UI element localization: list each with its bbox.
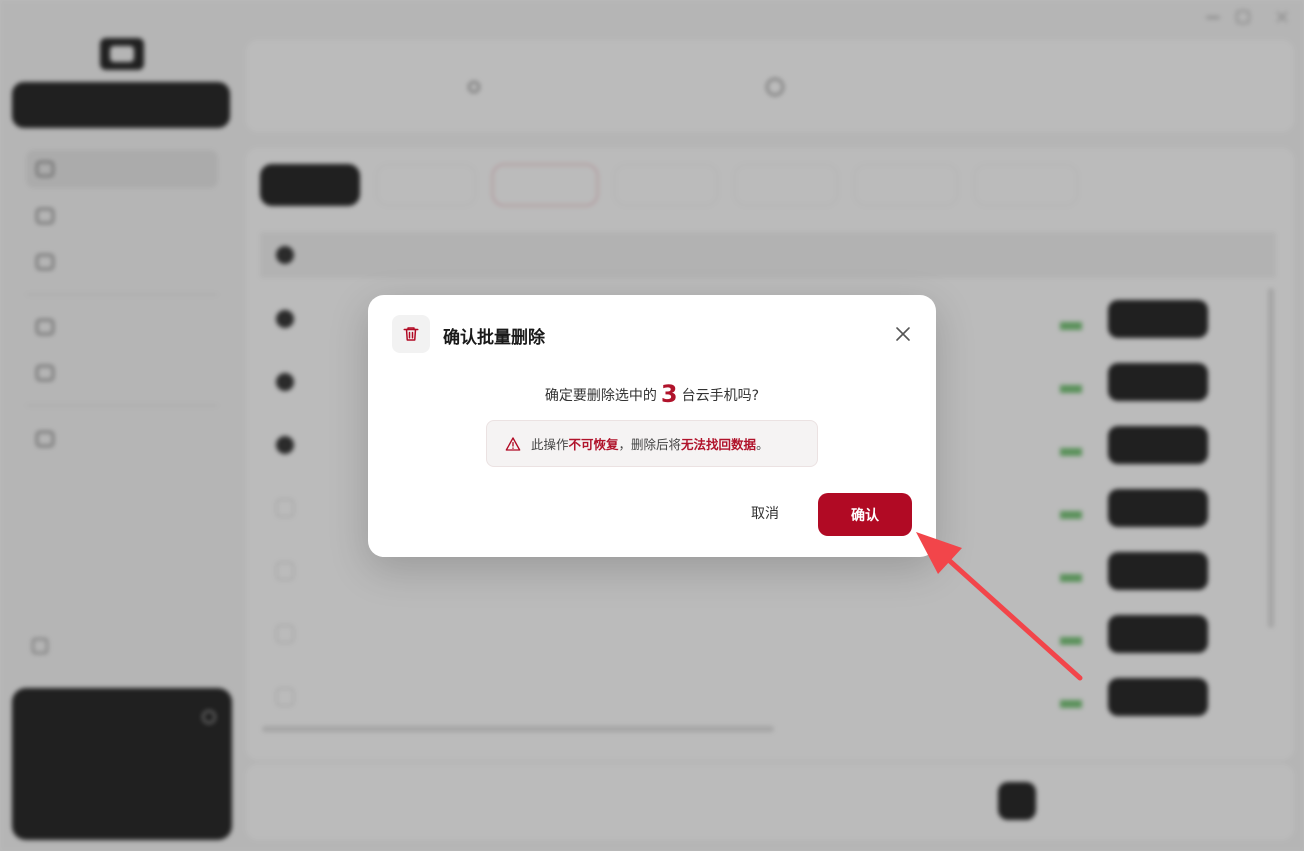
warning-highlight: 不可恢复 (568, 437, 619, 452)
warning-text: 此操作不可恢复，删除后将无法找回数据。 (531, 434, 769, 453)
modal-message: 确定要删除选中的 3 台云手机吗? (368, 377, 936, 413)
selected-count: 3 (660, 380, 678, 408)
close-button[interactable] (892, 323, 914, 345)
confirm-delete-dialog: 确认批量删除 确定要删除选中的 3 台云手机吗? 此操作不可恢复，删除后将无法找回数… (368, 295, 936, 557)
warning-part: 此操作 (531, 437, 569, 452)
warning-part: ，删除后将 (618, 437, 682, 452)
message-suffix: 台云手机吗? (681, 388, 760, 404)
modal-icon-container (392, 315, 430, 353)
message-prefix: 确定要删除选中的 (544, 388, 657, 404)
warning-triangle-icon (505, 436, 521, 451)
warning-box: 此操作不可恢复，删除后将无法找回数据。 (486, 420, 818, 467)
confirm-button[interactable]: 确认 (818, 493, 912, 536)
warning-part: 。 (756, 437, 769, 452)
cancel-button[interactable]: 取消 (728, 493, 802, 533)
modal-title: 确认批量删除 (443, 328, 545, 348)
trash-icon (403, 327, 419, 341)
close-icon (896, 327, 910, 341)
warning-highlight: 无法找回数据 (681, 437, 757, 452)
